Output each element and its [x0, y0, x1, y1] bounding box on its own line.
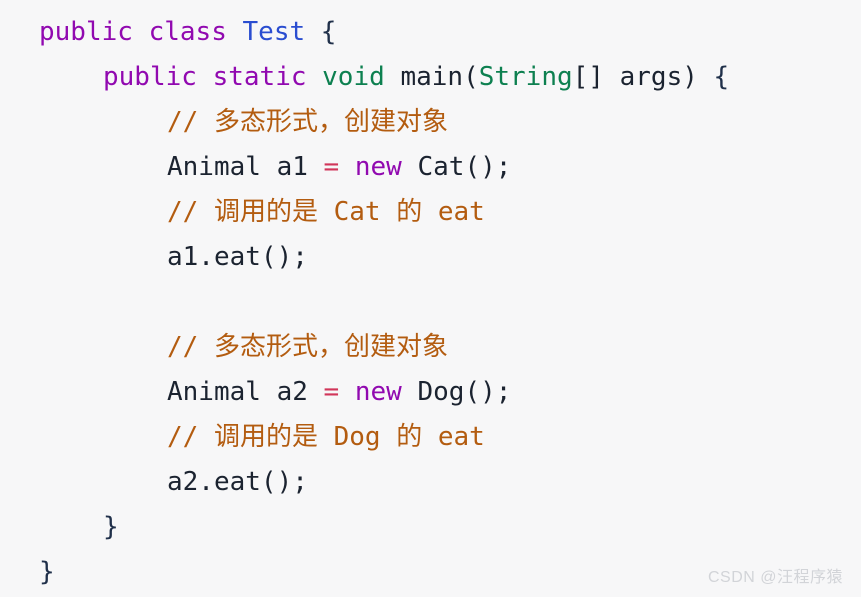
comment-polymorphism-create-object: // 多态形式，创建对象 [167, 332, 448, 362]
code-line-4: Animal a1 = new Cat(); [0, 145, 861, 190]
code-line-12: } [0, 505, 861, 550]
keyword-class: class [148, 17, 227, 47]
code-line-10: // 调用的是 Dog 的 eat [0, 415, 861, 460]
code-block[interactable]: public class Test { public static void m… [0, 0, 861, 597]
keyword-new: new [354, 377, 402, 407]
brace-open: { [713, 62, 730, 92]
keyword-public: public [103, 62, 197, 92]
code-line-2: public static void main(String[] args) { [0, 55, 861, 100]
keyword-static: static [212, 62, 307, 92]
class-name-test: Test [242, 17, 306, 47]
brace-close-class: } [39, 557, 55, 587]
csdn-watermark: CSDN @汪程序猿 [707, 569, 843, 586]
type-animal: Animal [167, 152, 261, 182]
code-line-1: public class Test { [0, 10, 861, 55]
type-animal: Animal [167, 377, 261, 407]
code-line-9: Animal a2 = new Dog(); [0, 370, 861, 415]
paren-close: ) [682, 62, 698, 92]
statement-a1-eat: a1.eat(); [167, 242, 308, 272]
constructor-call: (); [464, 152, 512, 182]
array-brackets: [] [572, 62, 604, 92]
variable-a1: a1 [276, 152, 308, 182]
brace-open: { [320, 17, 337, 47]
operator-assign: = [323, 152, 340, 182]
comment-polymorphism-create-object: // 多态形式，创建对象 [167, 107, 448, 137]
brace-close-method: } [103, 512, 119, 542]
operator-assign: = [323, 377, 340, 407]
variable-a2: a2 [276, 377, 308, 407]
code-line-11: a2.eat(); [0, 460, 861, 505]
statement-a2-eat: a2.eat(); [167, 467, 308, 497]
method-name-main: main [400, 62, 464, 92]
keyword-public: public [39, 17, 133, 47]
constructor-call: (); [464, 377, 512, 407]
paren-open: ( [463, 62, 479, 92]
code-line-6: a1.eat(); [0, 235, 861, 280]
type-string: String [478, 62, 573, 92]
code-line-5: // 调用的是 Cat 的 eat [0, 190, 861, 235]
type-cat: Cat [417, 152, 465, 182]
comment-calls-dog-eat: // 调用的是 Dog 的 eat [167, 422, 485, 452]
comment-calls-cat-eat: // 调用的是 Cat 的 eat [167, 197, 485, 227]
code-line-8: // 多态形式，创建对象 [0, 325, 861, 370]
code-line-7-blank [0, 280, 861, 325]
param-args: args [619, 62, 683, 92]
code-line-3: // 多态形式，创建对象 [0, 100, 861, 145]
type-dog: Dog [417, 377, 465, 407]
keyword-new: new [354, 152, 402, 182]
type-void: void [322, 62, 385, 92]
